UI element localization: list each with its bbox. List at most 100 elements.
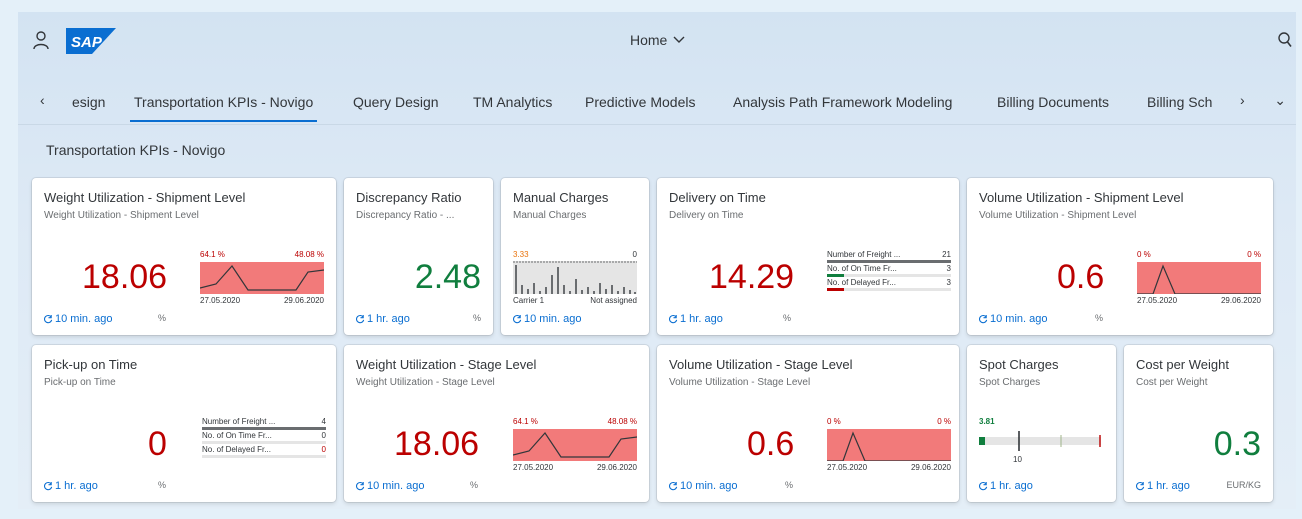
- tile-title: Weight Utilization - Stage Level: [356, 357, 537, 372]
- tile-weight-utilization-stage[interactable]: Weight Utilization - Stage Level Weight …: [344, 345, 649, 502]
- refresh-info: 1 hr. ago: [669, 313, 723, 325]
- tab-overflow-icon[interactable]: ⌄: [1274, 92, 1286, 109]
- refresh-info: 10 min. ago: [513, 313, 581, 325]
- home-menu[interactable]: Home: [630, 32, 685, 48]
- chart-right-bottom-label: 29.06.2020: [596, 463, 637, 472]
- comparison-micro-chart: Number of Freight ... 4 No. of On Time F…: [202, 417, 326, 459]
- tile-subtitle: Volume Utilization - Stage Level: [669, 377, 811, 388]
- tab-billing-sch[interactable]: Billing Sch: [1147, 94, 1212, 110]
- search-icon[interactable]: [1278, 32, 1292, 48]
- tile-title: Manual Charges: [513, 190, 609, 205]
- comparison-value: 3: [946, 264, 951, 273]
- kpi-value: 18.06: [82, 258, 168, 296]
- tile-subtitle: Discrepancy Ratio - ...: [356, 210, 455, 221]
- refresh-text: 10 min. ago: [55, 313, 113, 325]
- tile-pick-up-on-time[interactable]: Pick-up on Time Pick-up on Time 0 Number…: [32, 345, 336, 502]
- tab-predictive-models[interactable]: Predictive Models: [585, 94, 696, 110]
- kpi-value: 0.6: [747, 425, 795, 463]
- comparison-value: 4: [321, 417, 326, 426]
- tile-weight-utilization-shipment[interactable]: Weight Utilization - Shipment Level Weig…: [32, 178, 336, 335]
- comparison-row: Number of Freight ... 21: [827, 250, 951, 264]
- refresh-info: 1 hr. ago: [1136, 480, 1190, 492]
- chart-left-bottom-label: 27.05.2020: [1137, 296, 1178, 305]
- chart-left-bottom-label: 27.05.2020: [513, 463, 554, 472]
- tile-title: Weight Utilization - Shipment Level: [44, 190, 246, 205]
- tab-scroll-left-icon[interactable]: ‹: [40, 92, 45, 108]
- tile-discrepancy-ratio[interactable]: Discrepancy Ratio Discrepancy Ratio - ..…: [344, 178, 493, 335]
- unit-label: %: [158, 313, 167, 323]
- refresh-text: 10 min. ago: [367, 480, 425, 492]
- tab-tm-analytics[interactable]: TM Analytics: [473, 94, 552, 110]
- comparison-row: Number of Freight ... 4: [202, 417, 326, 431]
- tab-billing-documents[interactable]: Billing Documents: [997, 94, 1109, 110]
- tab-query-design[interactable]: Query Design: [353, 94, 439, 110]
- area-micro-chart: 64.1 % 48.08 % 27.05.2020 29.06.2020: [200, 250, 324, 306]
- comparison-label: No. of On Time Fr...: [827, 264, 897, 273]
- sap-logo-text: SAP: [71, 34, 103, 51]
- kpi-value: 18.06: [394, 425, 480, 463]
- sap-logo[interactable]: SAP: [66, 28, 116, 54]
- tile-volume-utilization-stage[interactable]: Volume Utilization - Stage Level Volume …: [657, 345, 959, 502]
- tile-title: Cost per Weight: [1136, 357, 1229, 372]
- bullet-target-label: 10: [1013, 455, 1022, 464]
- tab-design[interactable]: esign: [72, 94, 105, 110]
- chart-right-bottom-label: 29.06.2020: [283, 296, 324, 305]
- refresh-icon: [669, 314, 678, 324]
- area-micro-chart: 0 % 0 % 27.05.2020 29.06.2020: [1137, 250, 1261, 306]
- tile-subtitle: Cost per Weight: [1136, 377, 1208, 388]
- chart-right-bottom-label: 29.06.2020: [1220, 296, 1261, 305]
- refresh-info: 1 hr. ago: [979, 480, 1033, 492]
- bullet-micro-chart: 3.81 10: [979, 417, 1104, 467]
- tab-transportation-kpis[interactable]: Transportation KPIs - Novigo: [129, 94, 318, 122]
- chart-left-bottom-label: Carrier 1: [513, 296, 545, 305]
- comparison-bar: [827, 274, 845, 277]
- area-chart-graphic: [513, 429, 637, 461]
- column-chart-graphic: [513, 261, 637, 294]
- tile-title: Volume Utilization - Shipment Level: [979, 190, 1184, 205]
- tile-spot-charges[interactable]: Spot Charges Spot Charges 3.81 10 1 hr. …: [967, 345, 1116, 502]
- refresh-text: 1 hr. ago: [990, 480, 1033, 492]
- comparison-row: No. of On Time Fr... 3: [827, 264, 951, 278]
- chart-left-top-label: 64.1 %: [513, 417, 538, 426]
- refresh-text: 1 hr. ago: [1147, 480, 1190, 492]
- chart-left-bottom-label: 27.05.2020: [200, 296, 241, 305]
- tile-cost-per-weight[interactable]: Cost per Weight Cost per Weight 0.3 1 hr…: [1124, 345, 1273, 502]
- area-chart-graphic: [200, 262, 324, 294]
- chart-right-bottom-label: Not assigned: [590, 296, 637, 305]
- refresh-text: 10 min. ago: [680, 480, 738, 492]
- tab-analysis-path-framework[interactable]: Analysis Path Framework Modeling: [733, 94, 952, 110]
- refresh-text: 1 hr. ago: [367, 313, 410, 325]
- tile-manual-charges[interactable]: Manual Charges Manual Charges 3.33 0 Car…: [501, 178, 649, 335]
- launchpad: SAP Home ‹ esign Transportation KPIs - N…: [18, 12, 1296, 509]
- chart-left-top-label: 3.33: [513, 250, 529, 259]
- refresh-text: 1 hr. ago: [680, 313, 723, 325]
- chart-left-bottom-label: 27.05.2020: [827, 463, 868, 472]
- comparison-row: No. of Delayed Fr... 3: [827, 278, 951, 292]
- tile-subtitle: Delivery on Time: [669, 210, 744, 221]
- kpi-value: 14.29: [709, 258, 795, 296]
- tile-title: Discrepancy Ratio: [356, 190, 462, 205]
- refresh-icon: [1136, 481, 1145, 491]
- tab-scroll-right-icon[interactable]: ›: [1240, 92, 1245, 108]
- user-icon[interactable]: [32, 30, 50, 50]
- group-tab-bar: ‹ esign Transportation KPIs - Novigo Que…: [18, 76, 1296, 125]
- area-chart-graphic: [1137, 262, 1261, 294]
- unit-label: %: [470, 480, 479, 490]
- refresh-icon: [44, 481, 53, 491]
- section-title: Transportation KPIs - Novigo: [46, 142, 226, 158]
- comparison-bar: [827, 288, 845, 291]
- comparison-value: 0: [321, 445, 326, 454]
- refresh-icon: [669, 481, 678, 491]
- unit-label: %: [1095, 313, 1104, 323]
- comparison-micro-chart: Number of Freight ... 21 No. of On Time …: [827, 250, 951, 292]
- tile-subtitle: Pick-up on Time: [44, 377, 116, 388]
- refresh-icon: [979, 314, 988, 324]
- column-micro-chart: 3.33 0 Carrier 1 Not assigned: [513, 250, 637, 306]
- comparison-row: No. of On Time Fr... 0: [202, 431, 326, 445]
- comparison-row: No. of Delayed Fr... 0: [202, 445, 326, 459]
- tile-delivery-on-time[interactable]: Delivery on Time Delivery on Time 14.29 …: [657, 178, 959, 335]
- comparison-bar: [827, 260, 951, 263]
- tile-title: Pick-up on Time: [44, 357, 138, 372]
- tile-volume-utilization-shipment[interactable]: Volume Utilization - Shipment Level Volu…: [967, 178, 1273, 335]
- comparison-bar: [202, 427, 326, 430]
